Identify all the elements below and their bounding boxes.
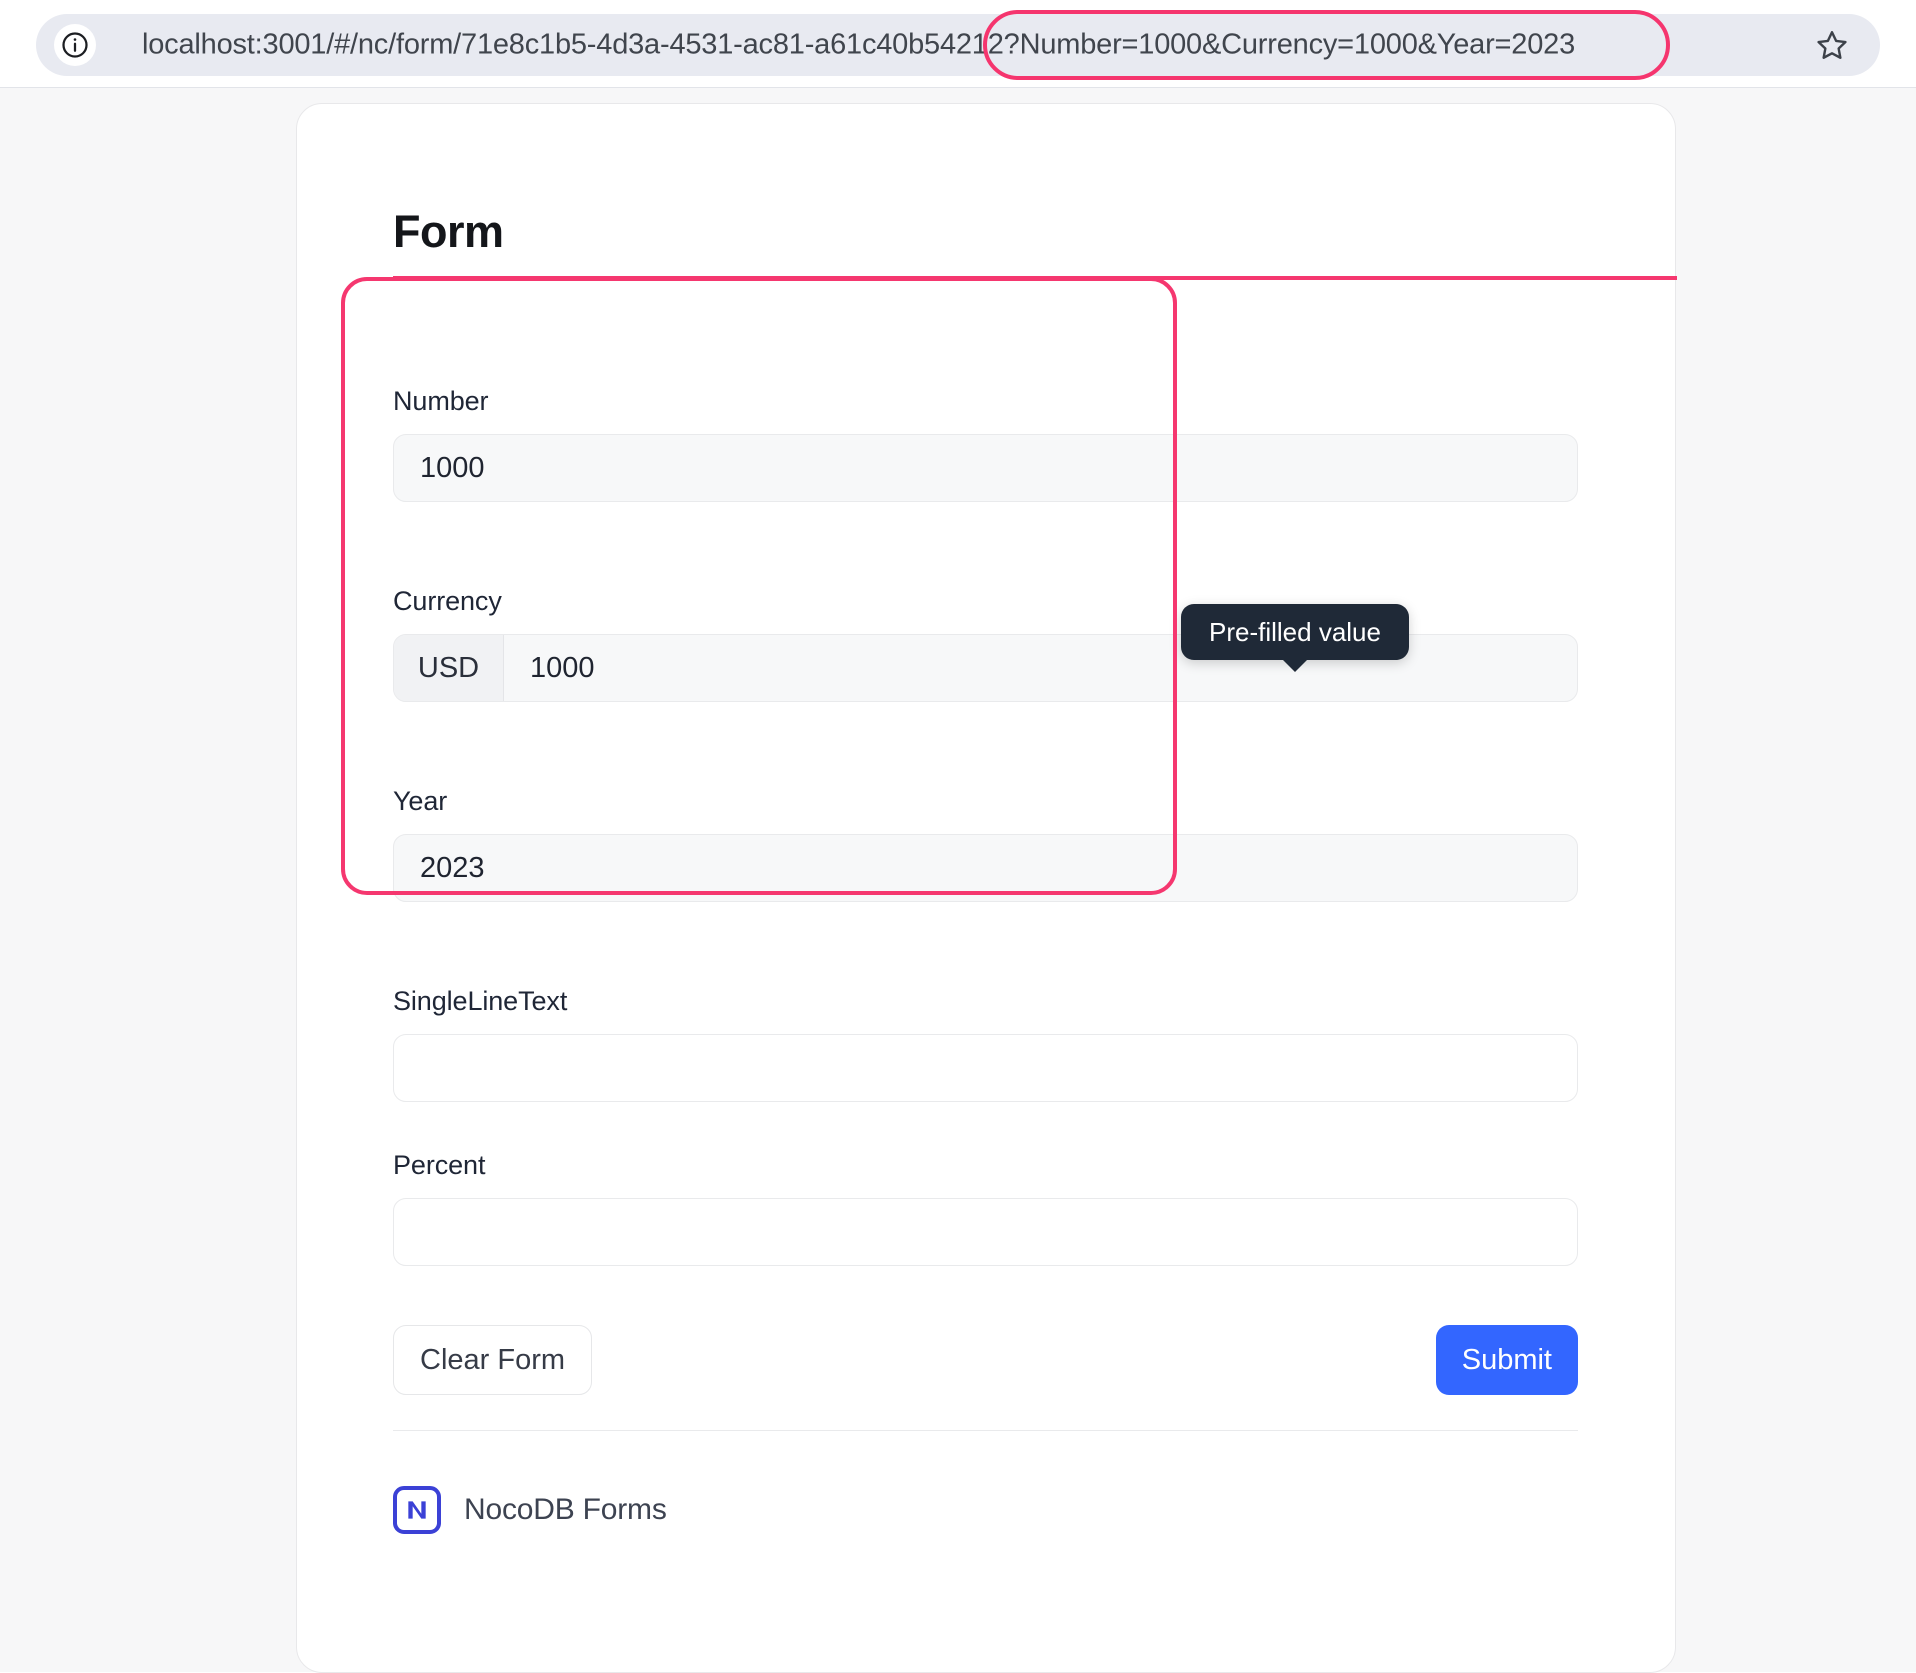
submit-button[interactable]: Submit: [1436, 1325, 1578, 1395]
percent-input[interactable]: [393, 1198, 1578, 1266]
browser-toolbar: localhost:3001/#/nc/form/71e8c1b5-4d3a-4…: [0, 0, 1916, 88]
info-circle-icon[interactable]: [54, 24, 96, 66]
prefilled-value-tooltip: Pre-filled value: [1181, 604, 1409, 660]
currency-input[interactable]: 1000: [504, 635, 1577, 701]
year-input[interactable]: 2023: [393, 834, 1578, 902]
footer-divider: [393, 1430, 1578, 1431]
singlelinetext-input[interactable]: [393, 1034, 1578, 1102]
address-bar[interactable]: localhost:3001/#/nc/form/71e8c1b5-4d3a-4…: [36, 14, 1880, 76]
star-outline-icon[interactable]: [1810, 23, 1854, 67]
form-field-number: Number 1000: [393, 386, 1578, 502]
form-field-percent: Percent: [393, 1150, 1578, 1266]
form-actions: Clear Form Submit: [393, 1325, 1578, 1395]
field-label-percent: Percent: [393, 1150, 1578, 1181]
form-card: Form Number 1000 Currency USD 1000 Year …: [296, 103, 1676, 1673]
nocodb-forms-label: NocoDB Forms: [464, 1493, 667, 1527]
nocodb-logo-icon: [393, 1486, 441, 1534]
field-label-number: Number: [393, 386, 1578, 417]
clear-form-button[interactable]: Clear Form: [393, 1325, 592, 1395]
nocodb-forms-footer[interactable]: NocoDB Forms: [393, 1486, 667, 1534]
currency-prefix: USD: [394, 635, 504, 701]
page-title: Form: [393, 206, 504, 258]
address-bar-url[interactable]: localhost:3001/#/nc/form/71e8c1b5-4d3a-4…: [142, 29, 1575, 62]
number-input[interactable]: 1000: [393, 434, 1578, 502]
form-field-year: Year 2023: [393, 786, 1578, 902]
field-label-singlelinetext: SingleLineText: [393, 986, 1578, 1017]
title-divider: [393, 276, 1677, 280]
field-label-year: Year: [393, 786, 1578, 817]
form-field-singlelinetext: SingleLineText: [393, 986, 1578, 1102]
